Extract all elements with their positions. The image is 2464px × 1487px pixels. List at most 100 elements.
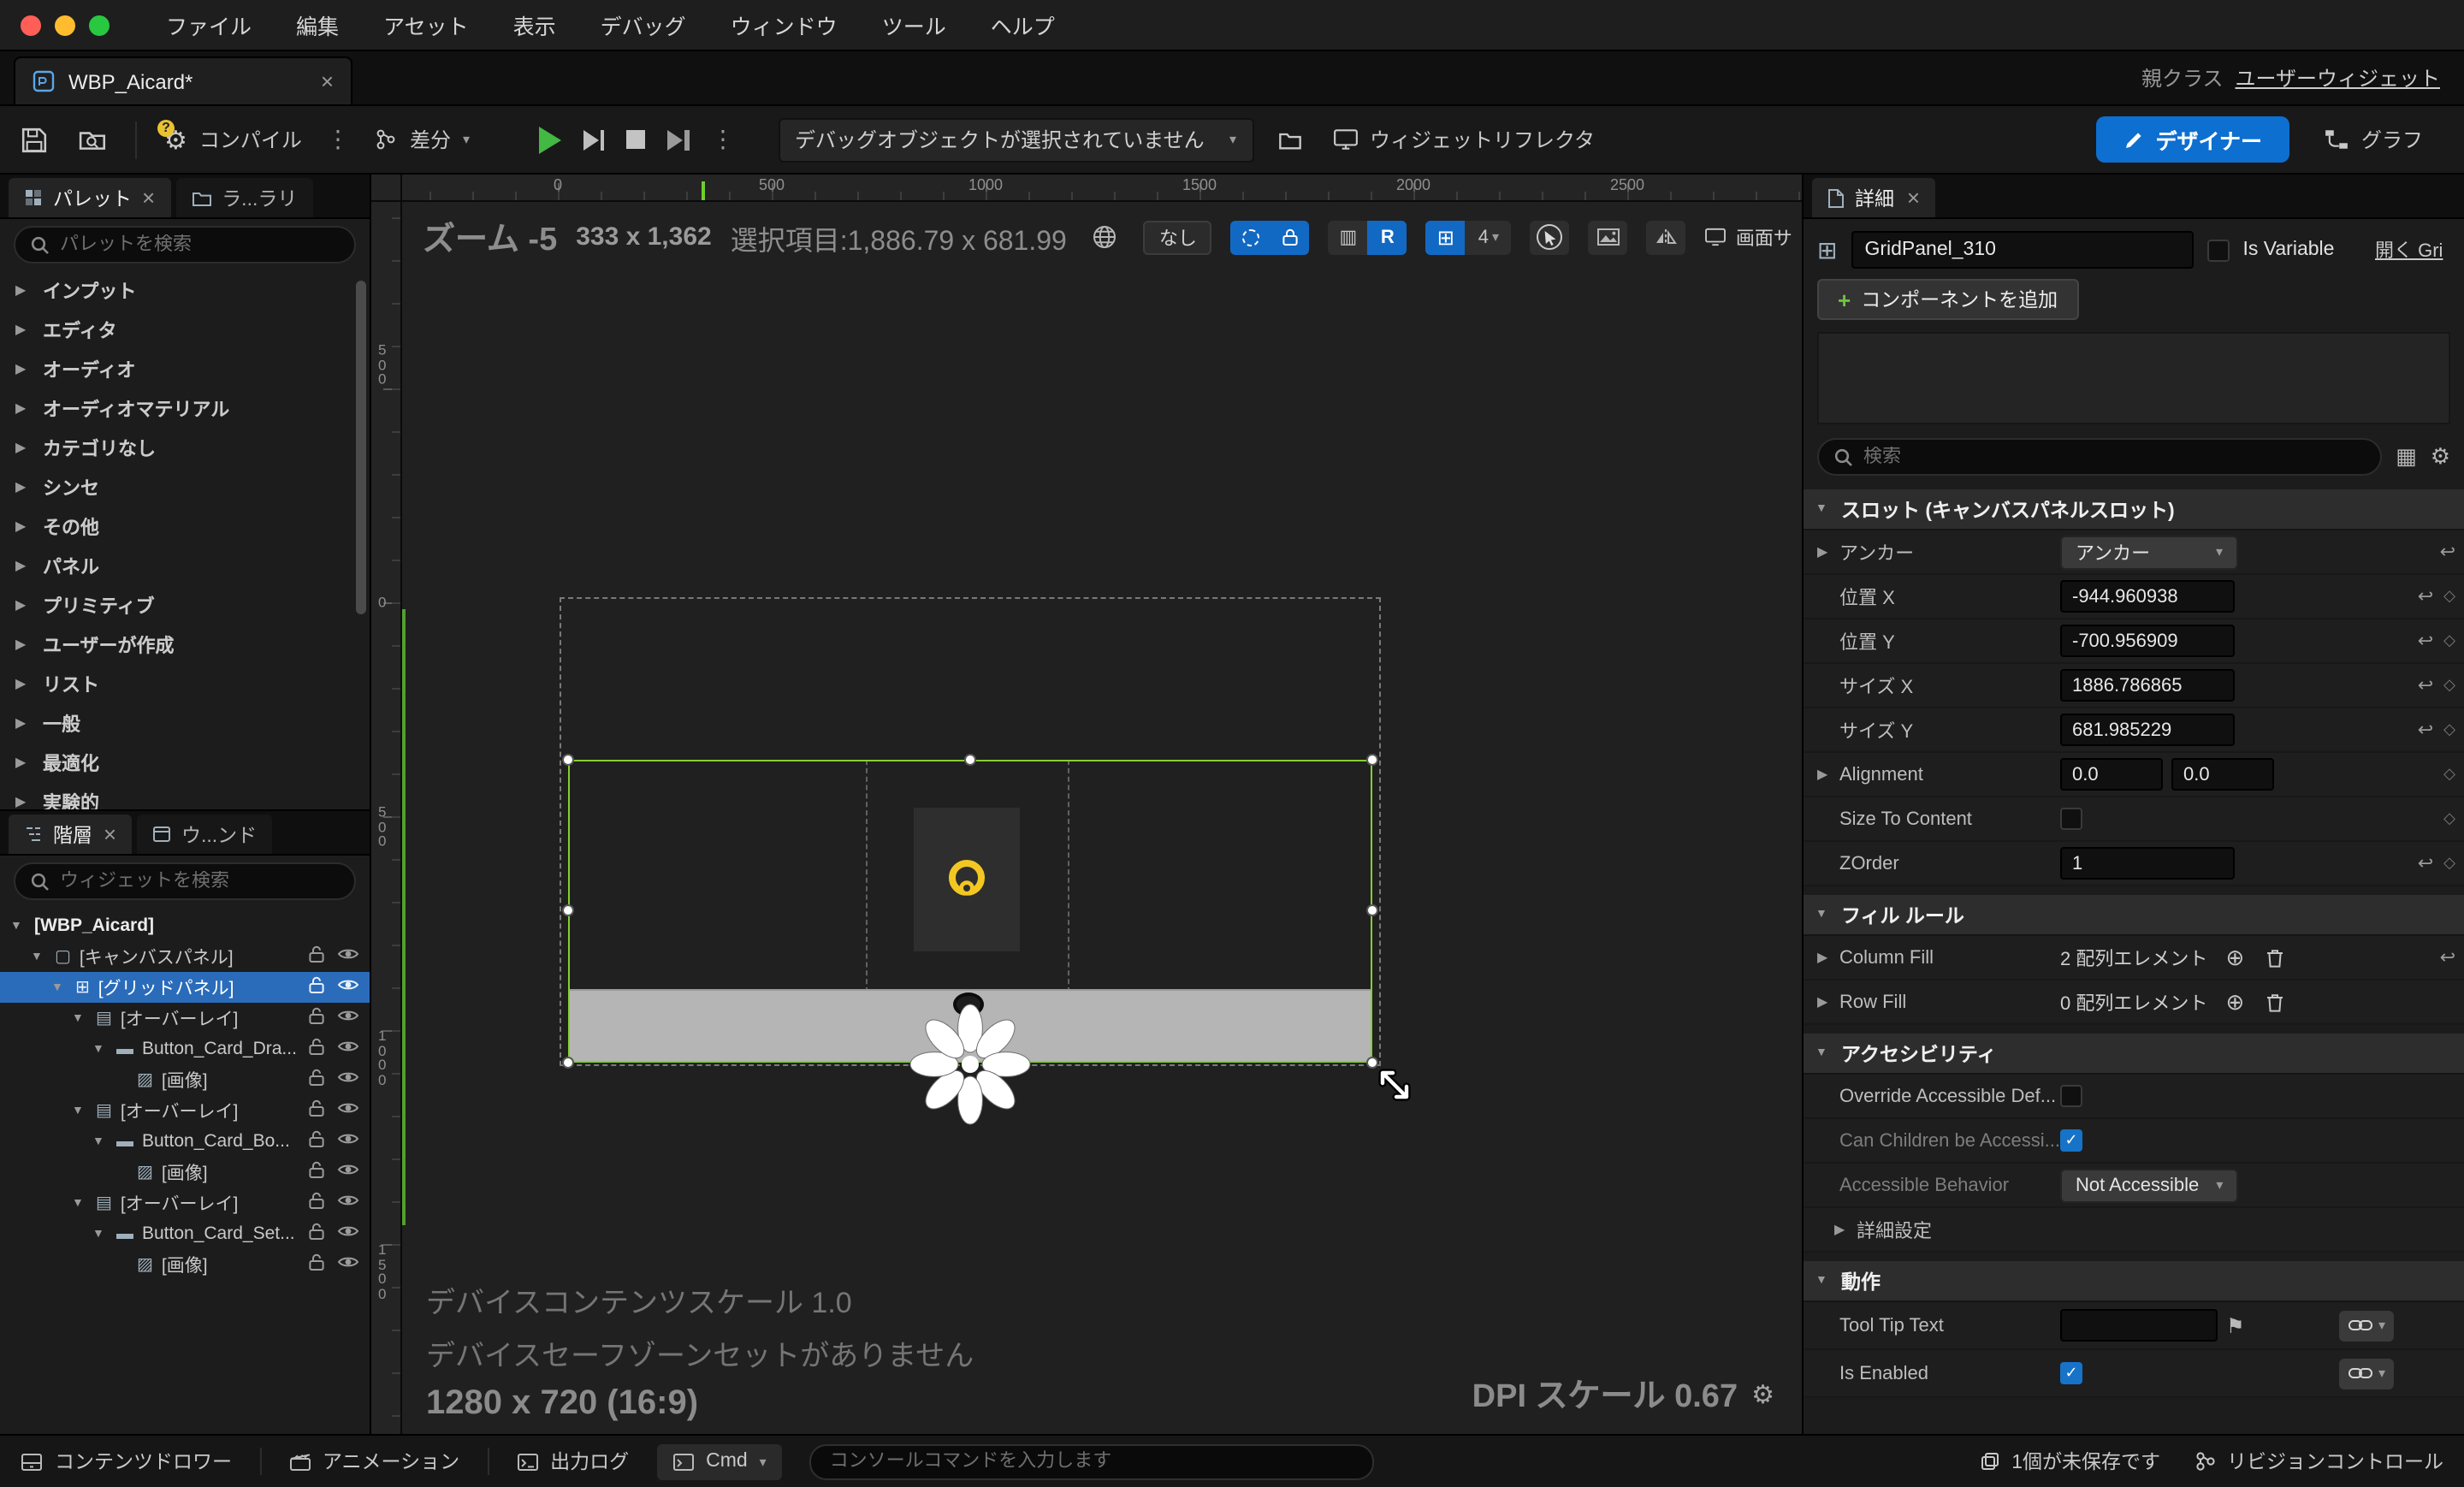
tab-hierarchy[interactable]: 階層 × bbox=[9, 815, 132, 854]
visibility-toggle[interactable] bbox=[337, 1008, 359, 1028]
details-search-input[interactable] bbox=[1863, 447, 2365, 467]
viewport-lock-button[interactable] bbox=[1270, 220, 1310, 254]
asset-tab-wbp-aicard[interactable]: WBP_Aicard* × bbox=[14, 56, 352, 104]
binding-diamond-icon[interactable]: ◇ bbox=[2443, 587, 2455, 606]
visibility-toggle[interactable] bbox=[337, 1039, 359, 1059]
property-checkbox[interactable] bbox=[2060, 1085, 2082, 1107]
hierarchy-row[interactable]: ▼▢[キャンバスパネル] bbox=[0, 941, 370, 972]
cmd-dropdown[interactable]: Cmd ▾ bbox=[656, 1443, 782, 1479]
palette-category[interactable]: ▶カテゴリなし bbox=[0, 428, 370, 467]
grid-snap-toggle-button[interactable]: ⊞ bbox=[1426, 220, 1466, 254]
section-header[interactable]: ▼アクセシビリティ bbox=[1804, 1034, 2464, 1075]
palette-search-input[interactable] bbox=[60, 234, 339, 255]
tab-palette[interactable]: パレット × bbox=[9, 178, 170, 217]
diff-button[interactable]: 差分 ▾ bbox=[369, 118, 477, 161]
hierarchy-row[interactable]: ▼⊞[グリッドパネル] bbox=[0, 972, 370, 1003]
binding-diamond-icon[interactable]: ◇ bbox=[2443, 765, 2455, 784]
property-input[interactable] bbox=[2171, 758, 2274, 791]
property-input[interactable] bbox=[2060, 580, 2235, 613]
advance-button[interactable] bbox=[667, 129, 689, 150]
visibility-toggle[interactable] bbox=[337, 1223, 359, 1244]
add-component-button[interactable]: + コンポーネントを追加 bbox=[1817, 279, 2078, 320]
hierarchy-row[interactable]: ▨[画像] bbox=[0, 1249, 370, 1280]
save-button[interactable] bbox=[14, 119, 55, 160]
resize-handle-bottom-left[interactable] bbox=[562, 1057, 574, 1069]
palette-category[interactable]: ▶最適化 bbox=[0, 743, 370, 782]
tab-library[interactable]: ラ...ラリ bbox=[175, 178, 312, 217]
bind-button[interactable]: ▾ bbox=[2339, 1310, 2394, 1341]
add-element-button[interactable]: ⊕ bbox=[2219, 986, 2250, 1017]
compile-options-button[interactable]: ⋮ bbox=[326, 125, 352, 154]
hierarchy-row[interactable]: ▼[WBP_Aicard] bbox=[0, 910, 370, 941]
visibility-toggle[interactable] bbox=[337, 1193, 359, 1213]
resize-handle-right[interactable] bbox=[1366, 904, 1378, 916]
settings-gear-icon[interactable]: ⚙ bbox=[2431, 443, 2450, 471]
close-icon[interactable]: × bbox=[104, 823, 116, 845]
visibility-toggle[interactable] bbox=[337, 1069, 359, 1090]
palette-category[interactable]: ▶実験的 bbox=[0, 782, 370, 809]
preview-image-button[interactable] bbox=[1589, 220, 1628, 254]
palette-category[interactable]: ▶インプット bbox=[0, 270, 370, 310]
property-input[interactable] bbox=[2060, 758, 2163, 791]
flip-preview-button[interactable] bbox=[1647, 220, 1686, 254]
menu-edit[interactable]: 編集 bbox=[274, 0, 361, 50]
lock-toggle[interactable] bbox=[308, 1253, 325, 1277]
palette-category[interactable]: ▶オーディオマテリアル bbox=[0, 388, 370, 428]
binding-diamond-icon[interactable]: ◇ bbox=[2443, 809, 2455, 828]
binding-diamond-icon[interactable]: ◇ bbox=[2443, 676, 2455, 695]
revision-control-button[interactable]: リビジョンコントロール bbox=[2194, 1448, 2443, 1475]
reset-to-default-button[interactable]: ↩ bbox=[2418, 852, 2433, 874]
is-variable-checkbox[interactable] bbox=[2206, 239, 2229, 261]
designer-mode-button[interactable]: デザイナー bbox=[2095, 116, 2289, 163]
open-grid-link[interactable]: 開く Gri bbox=[2375, 236, 2450, 264]
frame-skip-button[interactable] bbox=[583, 129, 604, 150]
property-dropdown[interactable]: Not Accessible▾ bbox=[2060, 1168, 2238, 1202]
lock-toggle[interactable] bbox=[308, 1099, 325, 1123]
animation-button[interactable]: アニメーション bbox=[288, 1448, 459, 1475]
palette-category[interactable]: ▶パネル bbox=[0, 546, 370, 585]
reset-to-default-button[interactable]: ↩ bbox=[2418, 674, 2433, 696]
binding-diamond-icon[interactable]: ◇ bbox=[2443, 631, 2455, 650]
property-input[interactable] bbox=[2060, 625, 2235, 657]
display-filter-icon[interactable]: ▦ bbox=[2396, 443, 2417, 471]
close-window-button[interactable] bbox=[21, 15, 41, 35]
raw-preview-button[interactable]: R bbox=[1368, 220, 1407, 254]
palette-category[interactable]: ▶一般 bbox=[0, 703, 370, 743]
minimize-window-button[interactable] bbox=[55, 15, 75, 35]
tab-details[interactable]: 詳細 × bbox=[1812, 178, 1935, 217]
dashed-outline-toggle-button[interactable] bbox=[1231, 220, 1270, 254]
palette-category[interactable]: ▶シンセ bbox=[0, 467, 370, 507]
property-input[interactable] bbox=[2060, 714, 2235, 746]
property-checkbox[interactable] bbox=[2060, 808, 2082, 830]
unsaved-assets-button[interactable]: 1個が未保存です bbox=[1979, 1448, 2160, 1475]
console-command-input[interactable] bbox=[809, 1443, 1374, 1479]
reset-to-default-button[interactable]: ↩ bbox=[2418, 630, 2433, 652]
menu-debug[interactable]: デバッグ bbox=[578, 0, 708, 50]
menu-window[interactable]: ウィンドウ bbox=[708, 0, 860, 50]
menu-help[interactable]: ヘルプ bbox=[968, 0, 1077, 50]
localization-flag-icon[interactable]: ⚑ bbox=[2226, 1313, 2245, 1337]
play-button[interactable] bbox=[538, 126, 560, 153]
close-icon[interactable]: × bbox=[142, 187, 155, 209]
grid-snap-size-dropdown[interactable]: 4▾ bbox=[1466, 220, 1512, 254]
hierarchy-row[interactable]: ▼▬Button_Card_Dra... bbox=[0, 1034, 370, 1064]
parent-class-link[interactable]: ユーザーウィジェット bbox=[2235, 63, 2440, 92]
palette-category[interactable]: ▶その他 bbox=[0, 507, 370, 546]
property-input[interactable] bbox=[2060, 669, 2235, 702]
compile-button[interactable]: ⚙ ? コンパイル bbox=[157, 117, 309, 162]
dpi-settings-gear-icon[interactable]: ⚙ bbox=[1751, 1378, 1774, 1409]
close-icon[interactable]: × bbox=[321, 70, 334, 92]
widget-reflector-button[interactable]: ウィジェットリフレクタ bbox=[1325, 118, 1602, 161]
hierarchy-search-input[interactable] bbox=[60, 871, 339, 892]
designer-canvas[interactable]: 05001000150020002500 500050010001500 ズーム… bbox=[371, 175, 1802, 1434]
binding-diamond-icon[interactable]: ◇ bbox=[2443, 720, 2455, 739]
localization-globe-button[interactable] bbox=[1086, 220, 1125, 254]
content-drawer-button[interactable]: コンテンツドロワー bbox=[21, 1448, 232, 1475]
stop-button[interactable] bbox=[626, 130, 645, 149]
lock-toggle[interactable] bbox=[308, 975, 325, 999]
property-input[interactable] bbox=[2060, 847, 2235, 880]
maximize-window-button[interactable] bbox=[89, 15, 110, 35]
debug-asset-picker-button[interactable] bbox=[1270, 122, 1308, 157]
visibility-toggle[interactable] bbox=[337, 1131, 359, 1152]
cursor-tool-button[interactable] bbox=[1531, 220, 1570, 254]
